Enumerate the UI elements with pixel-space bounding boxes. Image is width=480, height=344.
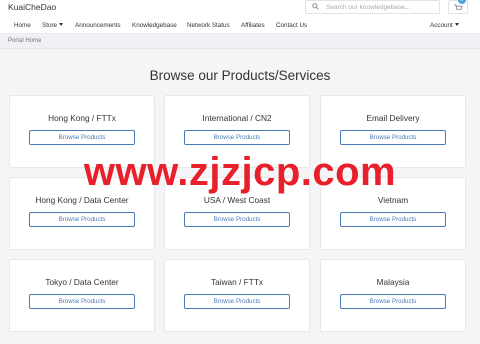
nav-store[interactable]: Store bbox=[42, 22, 64, 29]
browse-products-button[interactable]: Browse Products bbox=[340, 212, 446, 227]
nav-announcements[interactable]: Announcements bbox=[75, 22, 121, 29]
browse-products-button[interactable]: Browse Products bbox=[29, 212, 135, 227]
browse-products-button[interactable]: Browse Products bbox=[184, 130, 290, 145]
product-card: Tokyo / Data Center Browse Products bbox=[9, 259, 155, 332]
breadcrumb-portal-home[interactable]: Portal Home bbox=[8, 38, 41, 44]
nav-knowledgebase[interactable]: Knowledgebase bbox=[132, 22, 177, 29]
browse-products-button[interactable]: Browse Products bbox=[29, 130, 135, 145]
product-card: Malaysia Browse Products bbox=[320, 259, 466, 332]
search-box[interactable]: Search our knowledgebase... bbox=[305, 0, 440, 14]
cart-icon bbox=[454, 4, 463, 10]
brand-logo[interactable]: KuaiCheDao bbox=[8, 2, 56, 12]
product-title: USA / West Coast bbox=[203, 195, 271, 205]
nav-account-label: Account bbox=[430, 22, 453, 29]
chevron-down-icon bbox=[59, 23, 64, 26]
browse-products-button[interactable]: Browse Products bbox=[29, 294, 135, 309]
browse-products-button[interactable]: Browse Products bbox=[184, 294, 290, 309]
nav-contact[interactable]: Contact Us bbox=[276, 22, 307, 29]
product-title: Email Delivery bbox=[366, 113, 420, 123]
browse-products-button[interactable]: Browse Products bbox=[340, 294, 446, 309]
browse-products-button[interactable]: Browse Products bbox=[340, 130, 446, 145]
nav-affiliates[interactable]: Affiliates bbox=[241, 22, 265, 29]
breadcrumb: Portal Home bbox=[0, 35, 480, 49]
main-nav: Home Store Announcements Knowledgebase N… bbox=[0, 18, 480, 34]
nav-account[interactable]: Account bbox=[430, 22, 459, 29]
product-card: Taiwan / FTTx Browse Products bbox=[164, 259, 310, 332]
product-title: Malaysia bbox=[376, 277, 410, 287]
search-icon bbox=[312, 3, 319, 10]
watermark: www.zjzjcp.com bbox=[83, 150, 397, 194]
search-input[interactable]: Search our knowledgebase... bbox=[326, 4, 410, 11]
product-title: Hong Kong / FTTx bbox=[48, 113, 116, 123]
nav-network-status[interactable]: Network Status bbox=[187, 22, 230, 29]
nav-home[interactable]: Home bbox=[14, 22, 31, 29]
product-title: International / CN2 bbox=[202, 113, 272, 123]
product-title: Taiwan / FTTx bbox=[210, 277, 264, 287]
product-title: Vietnam bbox=[377, 195, 409, 205]
top-bar: KuaiCheDao Search our knowledgebase... 0 bbox=[0, 0, 480, 18]
chevron-down-icon bbox=[454, 23, 459, 26]
browse-products-button[interactable]: Browse Products bbox=[184, 212, 290, 227]
product-title: Hong Kong / Data Center bbox=[35, 195, 129, 205]
nav-store-label: Store bbox=[42, 22, 58, 29]
page-title: Browse our Products/Services bbox=[149, 68, 331, 83]
product-title: Tokyo / Data Center bbox=[45, 277, 119, 287]
